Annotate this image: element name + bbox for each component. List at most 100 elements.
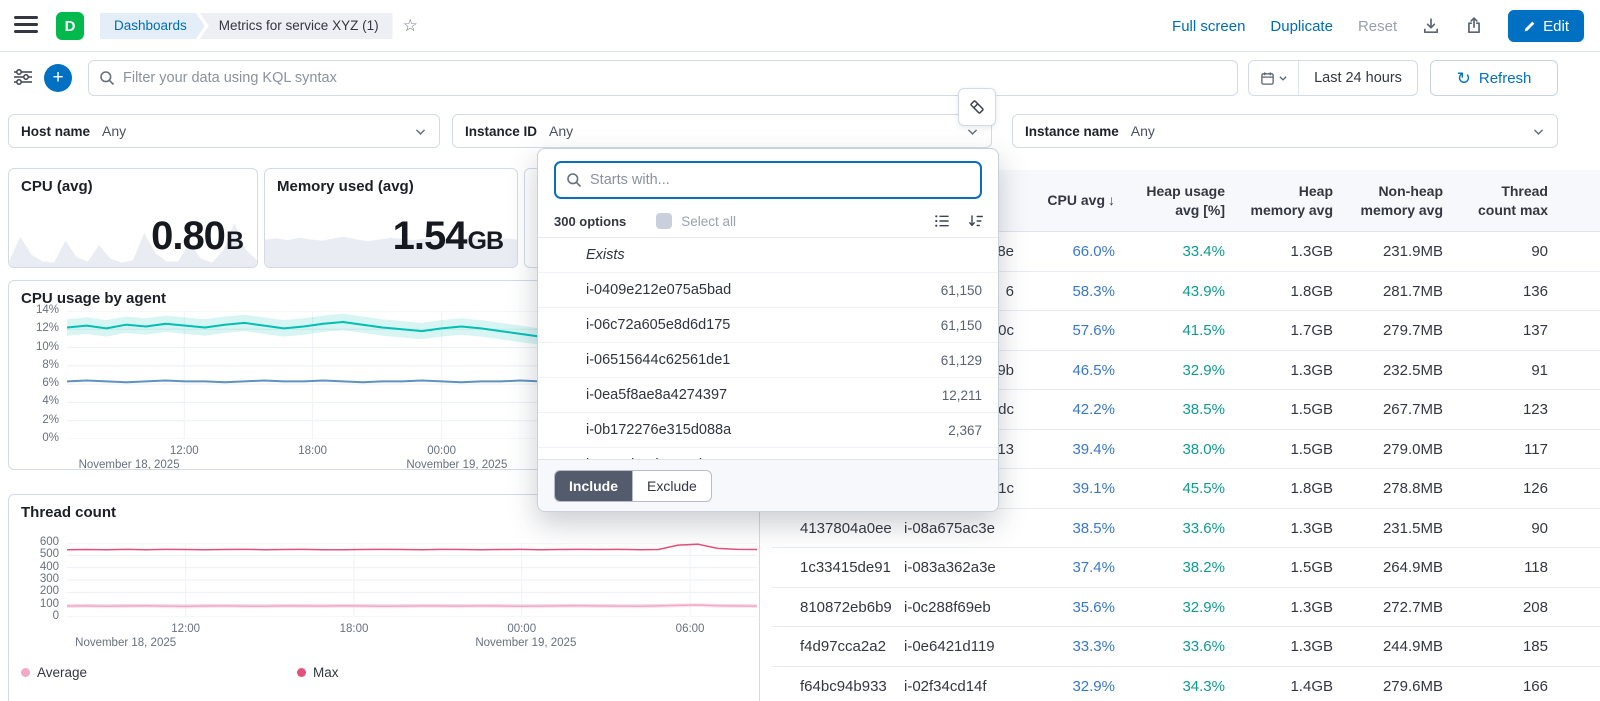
list-view-icon[interactable] (934, 213, 950, 229)
refresh-button[interactable]: ↻ Refresh (1430, 60, 1558, 96)
kql-search-input[interactable] (123, 70, 1227, 86)
full-screen-button[interactable]: Full screen (1172, 18, 1245, 35)
clear-selections-button[interactable] (958, 88, 996, 126)
cell-heap_usage: 34.3% (1122, 667, 1225, 701)
cell-heap_mem: 1.4GB (1230, 667, 1333, 701)
menu-icon[interactable] (14, 16, 38, 36)
table-row: 810872eb6b9i-0c288f69eb35.6%32.9%1.3GB27… (772, 588, 1600, 628)
popover-option[interactable]: i-06c72a605e8d6d17561,150 (538, 308, 998, 343)
cell-heap_mem: 1.3GB (1230, 588, 1333, 628)
table-row: 1c33415de91i-083a362a3e37.4%38.2%1.5GB26… (772, 548, 1600, 588)
legend-dot-icon (21, 668, 30, 677)
y-axis-label: 14% (11, 304, 59, 316)
metric-title: Memory used (avg) (277, 178, 414, 195)
query-toolbar: + Last 24 hours ↻ Refresh (0, 60, 1600, 96)
add-filter-button[interactable]: + (44, 64, 72, 92)
option-count: 12,211 (942, 388, 982, 403)
x-axis-label: 18:00 (298, 445, 327, 457)
popover-search-input[interactable] (590, 172, 970, 188)
y-axis-label: 400 (11, 561, 59, 573)
popover-option[interactable]: i-007ede2d35ea1b1531,596 (538, 448, 998, 459)
x-axis-date-label: November 19, 2025 (475, 637, 576, 649)
time-range-value[interactable]: Last 24 hours (1299, 61, 1417, 95)
option-count: 61,129 (941, 353, 982, 368)
instance-id-popover: 300 options Select all Exists i-0409e212… (537, 148, 999, 512)
cell-cpu: 33.3% (1012, 627, 1115, 667)
calendar-button[interactable] (1249, 61, 1299, 95)
eraser-icon (968, 98, 986, 116)
cell-heap_usage: 43.9% (1122, 272, 1225, 312)
x-axis-label: 06:00 (676, 623, 705, 635)
thread-count-chart-panel: Thread count AverageMax 6005004003002001… (8, 494, 760, 701)
cell-heap_mem: 1.3GB (1230, 509, 1333, 549)
select-all-checkbox[interactable]: Select all (656, 213, 736, 229)
cell-thread_max: 117 (1445, 430, 1548, 470)
popover-option[interactable]: i-0ea5f8ae8a427439712,211 (538, 378, 998, 413)
edit-button[interactable]: Edit (1508, 10, 1584, 42)
cell-heap_usage: 41.5% (1122, 311, 1225, 351)
y-axis-label: 100 (11, 598, 59, 610)
breadcrumb-dashboards[interactable]: Dashboards (100, 13, 205, 39)
y-axis-label: 600 (11, 536, 59, 548)
reset-button[interactable]: Reset (1358, 18, 1397, 35)
filter-sliders-button[interactable] (8, 64, 38, 92)
sliders-icon (13, 69, 33, 85)
calendar-icon (1260, 71, 1275, 86)
include-button[interactable]: Include (555, 471, 632, 501)
cell-cpu: 35.6% (1012, 588, 1115, 628)
column-header[interactable]: Threadcount max (1408, 170, 1548, 231)
pencil-icon (1523, 20, 1536, 33)
breadcrumb: Dashboards Metrics for service XYZ (1) ☆ (100, 13, 418, 39)
cell-nonheap_mem: 264.9MB (1340, 548, 1443, 588)
cell-cpu: 37.4% (1012, 548, 1115, 588)
duplicate-button[interactable]: Duplicate (1270, 18, 1333, 35)
control-instance-id[interactable]: Instance ID Any (452, 114, 992, 148)
y-axis-label: 0% (11, 432, 59, 444)
share-icon[interactable] (1465, 17, 1483, 35)
cell-heap_usage: 33.6% (1122, 627, 1225, 667)
cell-host: 1c33415de91 (800, 548, 902, 588)
exclude-button[interactable]: Exclude (632, 471, 711, 501)
metric-panel-memory-used: Memory used (avg) 1.54GB (264, 168, 518, 268)
table-row: 4137804a0eei-08a675ac3e38.5%33.6%1.3GB23… (772, 509, 1600, 549)
cell-nonheap_mem: 281.7MB (1340, 272, 1443, 312)
x-axis-date-label: November 18, 2025 (79, 459, 180, 470)
x-axis-label: 12:00 (171, 623, 200, 635)
cell-instance: i-02f34cd14f (904, 667, 1014, 701)
legend-label: Average (37, 665, 87, 680)
cell-heap_mem: 1.3GB (1230, 351, 1333, 391)
cell-nonheap_mem: 272.7MB (1340, 588, 1443, 628)
popover-option-exists[interactable]: Exists (538, 238, 998, 273)
control-instance-name[interactable]: Instance name Any (1012, 114, 1558, 148)
cell-heap_usage: 32.9% (1122, 351, 1225, 391)
popover-option[interactable]: i-0b172276e315d088a2,367 (538, 413, 998, 448)
option-count: 61,150 (941, 318, 982, 333)
sort-icon[interactable] (968, 213, 984, 229)
control-host-name[interactable]: Host name Any (8, 114, 440, 148)
deployment-logo[interactable]: D (56, 12, 84, 40)
cell-nonheap_mem: 231.9MB (1340, 232, 1443, 272)
popover-option[interactable]: i-06515644c62561de161,129 (538, 343, 998, 378)
cell-thread_max: 137 (1445, 311, 1548, 351)
cell-heap_mem: 1.3GB (1230, 627, 1333, 667)
metric-value: 0.80B (151, 214, 243, 259)
refresh-icon: ↻ (1457, 70, 1471, 87)
popover-option[interactable]: i-0409e212e075a5bad61,150 (538, 273, 998, 308)
cell-host: 4137804a0ee (800, 509, 902, 549)
cell-host: f64bc94b933 (800, 667, 902, 701)
download-icon[interactable] (1422, 17, 1440, 35)
popover-footer: Include Exclude (538, 459, 998, 511)
date-picker: Last 24 hours (1248, 60, 1418, 96)
favorite-star-icon[interactable]: ☆ (403, 16, 418, 36)
option-id: i-0409e212e075a5bad (586, 282, 941, 298)
popover-meta-row: 300 options Select all (554, 209, 984, 233)
legend-item-average[interactable]: Average (21, 665, 87, 680)
cell-thread_max: 126 (1445, 469, 1548, 509)
cell-thread_max: 166 (1445, 667, 1548, 701)
option-count: 2,367 (948, 423, 982, 438)
kql-search-bar (88, 60, 1238, 96)
cell-instance: i-08a675ac3e (904, 509, 1014, 549)
chart-title: Thread count (21, 504, 116, 521)
legend-item-max[interactable]: Max (297, 665, 339, 680)
breadcrumb-current[interactable]: Metrics for service XYZ (1) (200, 13, 393, 39)
